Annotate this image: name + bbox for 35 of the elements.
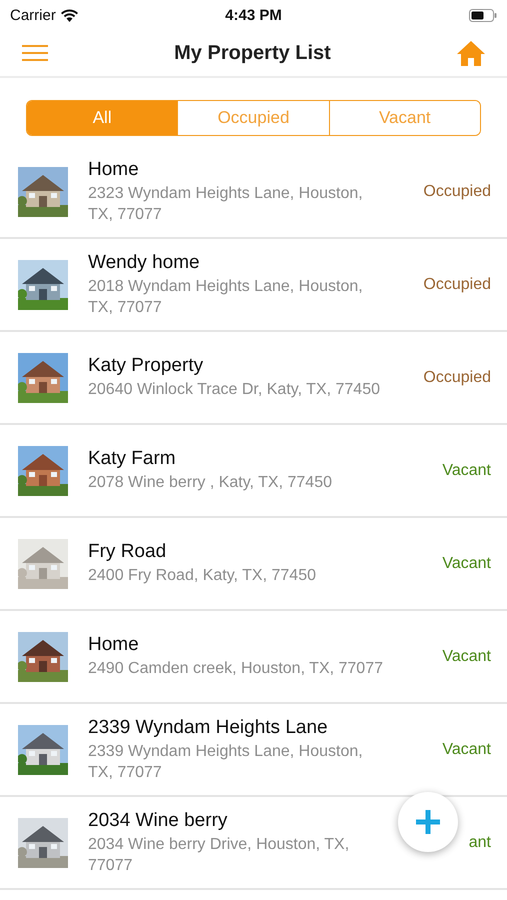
- property-name: Home: [88, 634, 140, 656]
- status-label: Occupied: [423, 276, 491, 294]
- status-label: Occupied: [423, 182, 491, 200]
- property-name: Home: [88, 158, 140, 180]
- status-label: Vacant: [442, 462, 491, 480]
- status-label: Vacant: [442, 554, 491, 572]
- property-name: Katy Farm: [88, 448, 177, 470]
- battery-icon: [469, 8, 497, 22]
- status-label: Occupied: [423, 368, 491, 386]
- property-name: Wendy home: [88, 252, 201, 274]
- property-name: Katy Property: [88, 355, 204, 377]
- property-address: 2490 Camden creek, Houston, TX, 77077: [88, 659, 384, 679]
- menu-icon[interactable]: [22, 44, 48, 62]
- property-address: 20640 Winlock Trace Dr, Katy, TX, 77450: [88, 380, 381, 400]
- property-name: Fry Road: [88, 541, 168, 563]
- filter-tab[interactable]: All: [27, 101, 178, 135]
- wifi-icon: [60, 8, 78, 22]
- status-label: Vacant: [442, 648, 491, 666]
- property-name: 2034 Wine berry: [88, 810, 228, 832]
- clock-time: 4:43 PM: [225, 6, 282, 24]
- add-button[interactable]: [398, 792, 458, 852]
- property-address: 2323 Wyndam Heights Lane, Houston, TX, 77077: [88, 184, 364, 224]
- property-address: 2339 Wyndam Heights Lane, Houston, TX, 77077: [88, 742, 364, 782]
- carrier-label: Carrier: [10, 6, 56, 24]
- filter-tab[interactable]: Vacant: [328, 101, 480, 135]
- status-label: Vacant: [442, 740, 491, 758]
- home-icon[interactable]: [456, 40, 485, 66]
- screen-title: My Property List: [174, 42, 331, 64]
- property-address: 2018 Wyndam Heights Lane, Houston, TX, 77077: [88, 276, 364, 318]
- property-address: 2078 Wine berry , Katy, TX, 77450: [88, 473, 333, 493]
- property-address: 2400 Fry Road, Katy, TX, 77450: [88, 566, 317, 586]
- plus-icon: [416, 810, 440, 834]
- status-label: ant: [468, 834, 491, 852]
- property-name: 2339 Wyndam Heights Lane: [88, 716, 329, 738]
- property-address: 2034 Wine berry Drive, Houston, TX, 77077: [88, 834, 350, 876]
